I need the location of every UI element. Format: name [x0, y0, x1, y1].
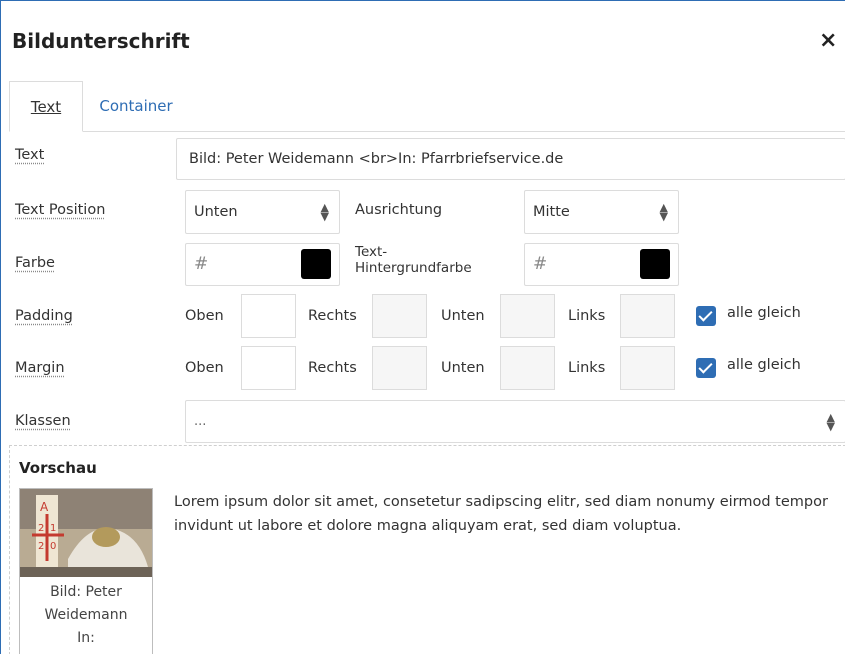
preview-image: A 2 1 2 0: [20, 489, 152, 577]
margin-all-same-label: alle gleich: [727, 357, 801, 373]
color-placeholder: #: [194, 254, 209, 274]
text-label: Text: [15, 147, 45, 163]
preview-caption: Bild: Peter Weidemann In:: [20, 581, 152, 650]
classes-value: ...: [194, 414, 207, 429]
bg-color-label: Text- Hintergrundfarbe: [355, 244, 472, 276]
padding-top-label: Oben: [185, 308, 224, 324]
padding-all-same-label: alle gleich: [727, 305, 801, 321]
select-arrows-icon: ▲ ▼: [826, 410, 835, 433]
margin-top-label: Oben: [185, 360, 224, 376]
padding-label: Padding: [15, 308, 73, 324]
preview-image-graphic: A 2 1 2 0: [20, 489, 152, 577]
padding-top-input[interactable]: [241, 294, 296, 338]
preview-text: Lorem ipsum dolor sit amet, consetetur s…: [174, 494, 828, 534]
classes-label: Klassen: [15, 413, 71, 429]
padding-left-input[interactable]: [620, 294, 675, 338]
svg-text:0: 0: [50, 541, 56, 552]
text-position-value: Unten: [194, 204, 238, 220]
padding-bottom-label: Unten: [441, 308, 485, 324]
bg-color-input[interactable]: #: [524, 243, 679, 286]
padding-bottom-input[interactable]: [500, 294, 555, 338]
margin-bottom-input[interactable]: [500, 346, 555, 390]
text-input[interactable]: Bild: Peter Weidemann <br>In: Pfarrbrief…: [176, 138, 845, 180]
alignment-value: Mitte: [533, 204, 570, 220]
text-position-label: Text Position: [15, 202, 106, 218]
svg-text:2: 2: [38, 523, 44, 534]
tab-bar: Text Container: [9, 81, 845, 132]
alignment-select[interactable]: Mitte ▲ ▼: [524, 190, 679, 234]
bg-color-swatch[interactable]: [640, 249, 670, 279]
close-icon[interactable]: ×: [819, 29, 837, 53]
bg-color-label-line1: Text-: [355, 244, 388, 260]
preview-figure: A 2 1 2 0 Bild: Peter Weidemann In:: [19, 488, 153, 654]
padding-all-same-checkbox[interactable]: [696, 306, 716, 326]
margin-bottom-label: Unten: [441, 360, 485, 376]
select-arrows-icon: ▲ ▼: [659, 201, 668, 223]
svg-text:A: A: [40, 500, 49, 514]
caption-line-3: In:: [77, 630, 95, 646]
margin-right-label: Rechts: [308, 360, 357, 376]
padding-right-label: Rechts: [308, 308, 357, 324]
tab-text[interactable]: Text: [9, 81, 83, 132]
preview-panel: Vorschau A 2 1 2 0 Bild: Peter Weidemann…: [9, 445, 845, 654]
dialog-header: Bildunterschrift ×: [1, 1, 845, 81]
bg-color-placeholder: #: [533, 254, 548, 274]
dialog-title: Bildunterschrift: [12, 29, 190, 53]
caption-line-2: Weidemann: [44, 607, 128, 623]
color-swatch[interactable]: [301, 249, 331, 279]
caption-line-1: Bild: Peter: [50, 584, 122, 600]
caption-dialog: Bildunterschrift × Text Container Text B…: [0, 0, 845, 654]
color-input[interactable]: #: [185, 243, 340, 286]
svg-text:1: 1: [50, 523, 56, 534]
preview-title: Vorschau: [19, 459, 97, 477]
margin-left-input[interactable]: [620, 346, 675, 390]
padding-left-label: Links: [568, 308, 606, 324]
color-label: Farbe: [15, 255, 55, 271]
bg-color-label-line2: Hintergrundfarbe: [355, 260, 472, 276]
text-input-value: Bild: Peter Weidemann <br>In: Pfarrbrief…: [189, 151, 564, 167]
margin-all-same-checkbox[interactable]: [696, 358, 716, 378]
margin-top-input[interactable]: [241, 346, 296, 390]
svg-text:2: 2: [38, 541, 44, 552]
classes-select[interactable]: ... ▲ ▼: [185, 400, 845, 443]
text-position-select[interactable]: Unten ▲ ▼: [185, 190, 340, 234]
alignment-label: Ausrichtung: [355, 202, 443, 218]
padding-right-input[interactable]: [372, 294, 427, 338]
margin-right-input[interactable]: [372, 346, 427, 390]
margin-label: Margin: [15, 360, 65, 376]
margin-left-label: Links: [568, 360, 606, 376]
select-arrows-icon: ▲ ▼: [320, 201, 329, 223]
tab-container[interactable]: Container: [91, 81, 181, 132]
